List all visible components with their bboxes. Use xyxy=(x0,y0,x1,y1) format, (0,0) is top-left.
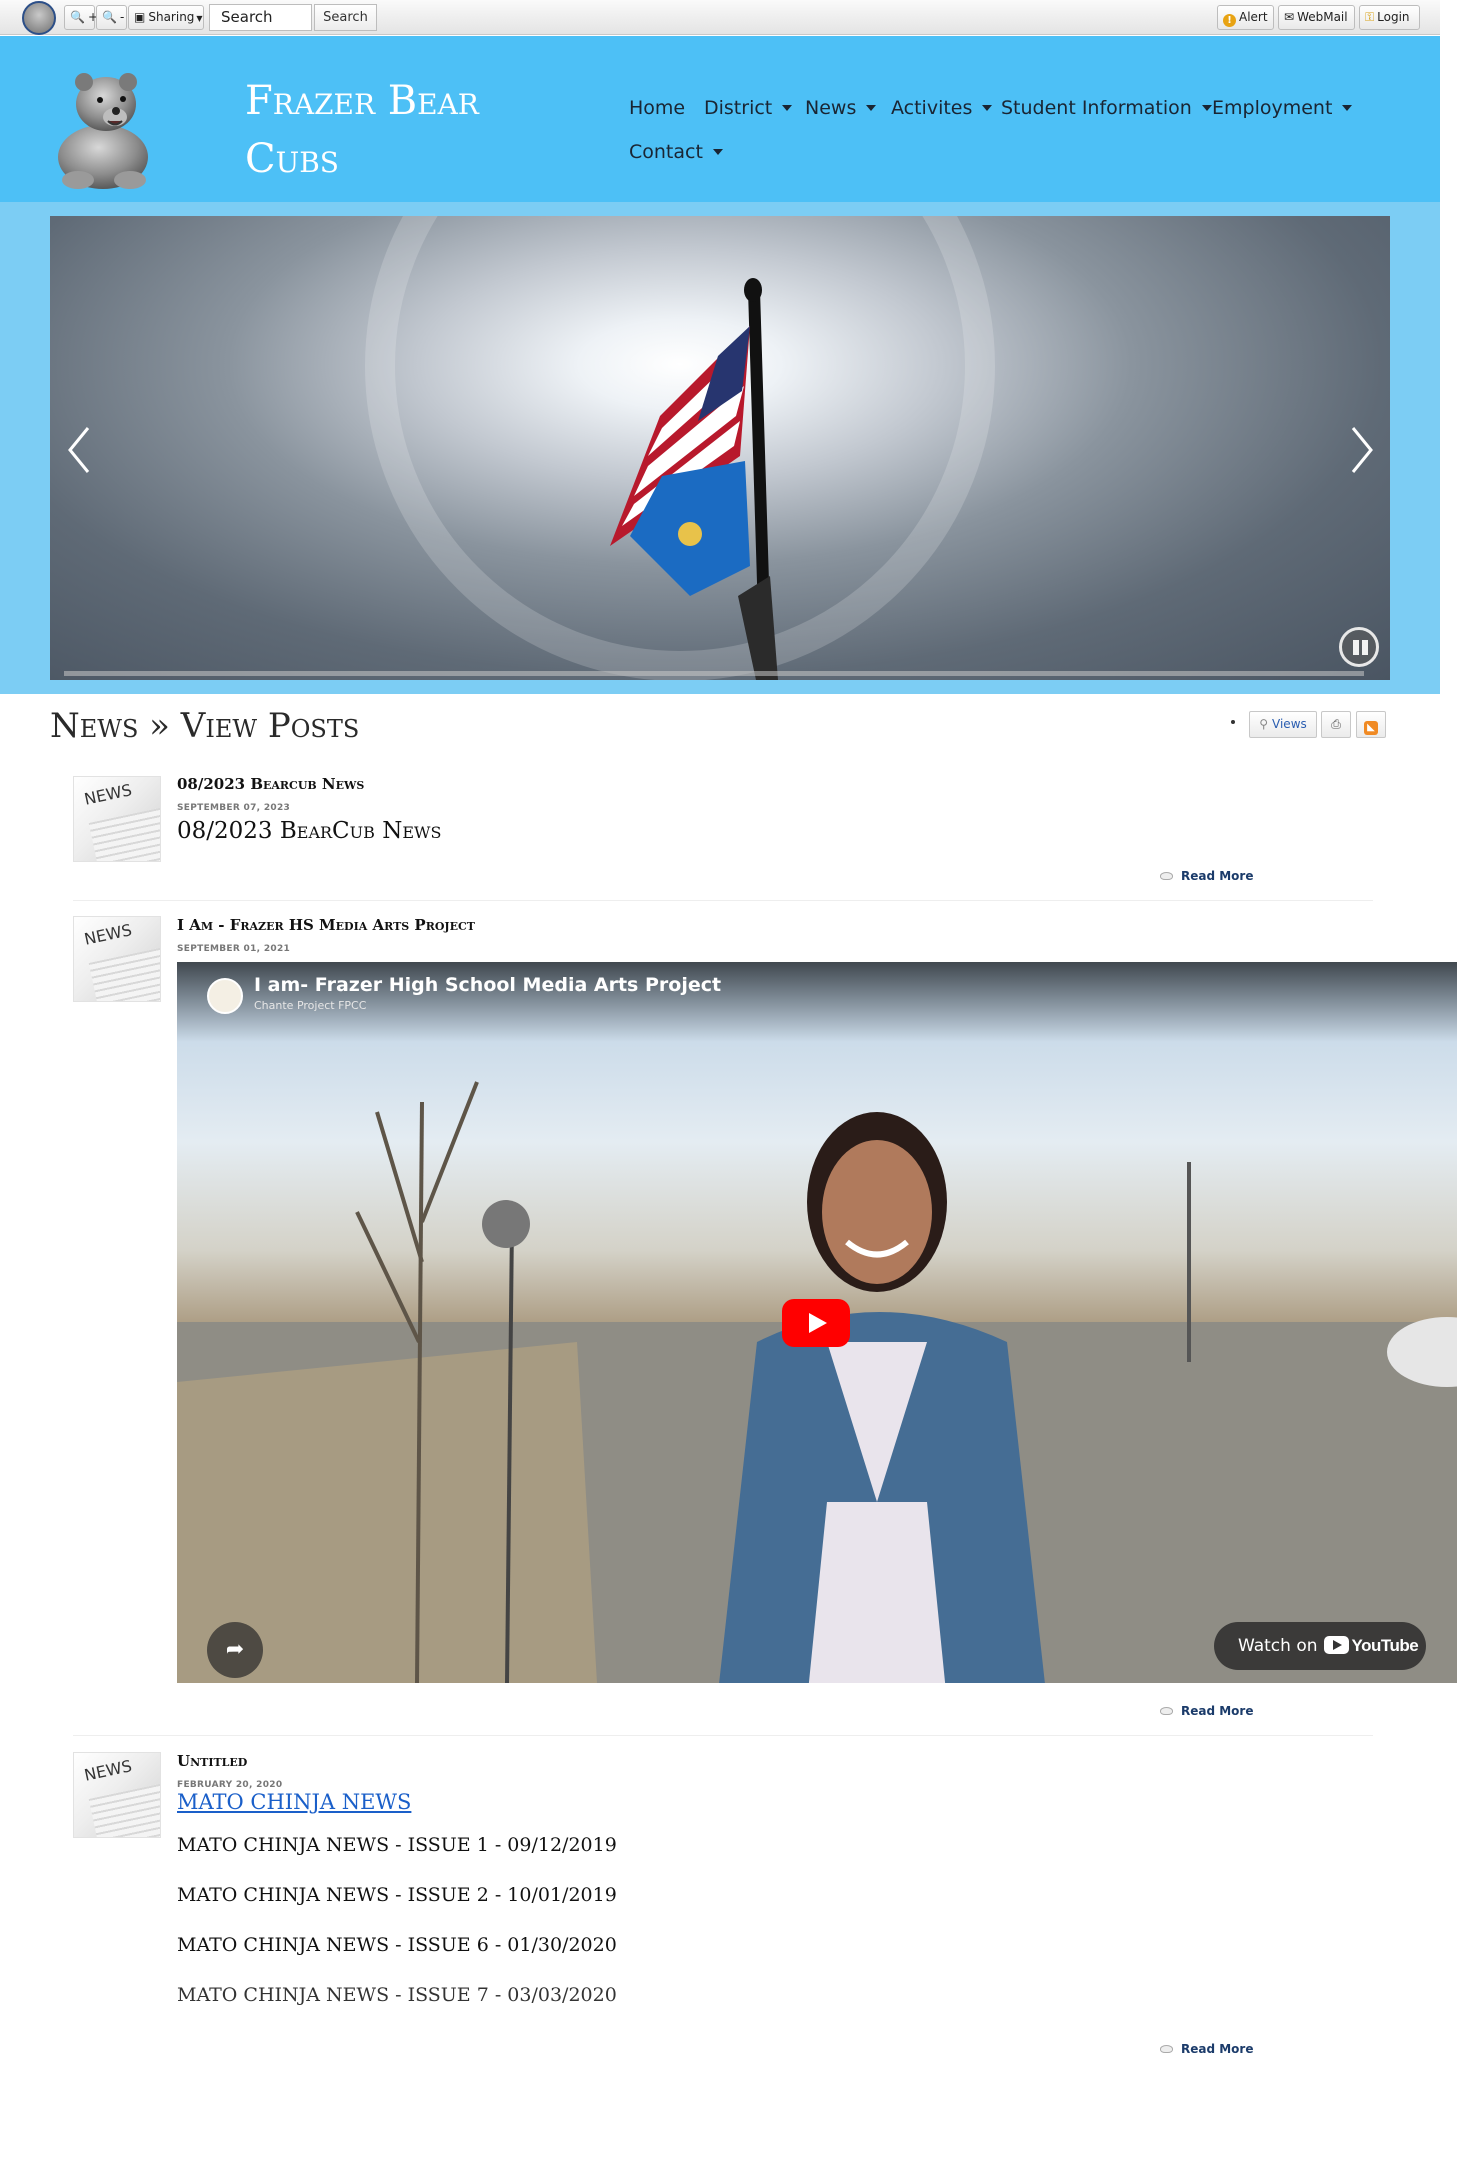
caret-down-icon xyxy=(1201,105,1212,111)
issue-item: MATO CHINJA NEWS - ISSUE 2 - 10/01/2019 xyxy=(177,1884,617,1906)
read-more-link[interactable]: Read More xyxy=(1160,2042,1254,2056)
share-icon[interactable]: ➦ xyxy=(207,1622,263,1678)
zoom-in-icon: 🔍 xyxy=(70,10,85,24)
comment-icon xyxy=(1160,2045,1173,2053)
news-thumbnail: NEWS xyxy=(73,916,161,1002)
nav-employment[interactable]: Employment xyxy=(1212,88,1353,128)
print-icon: ⎙ xyxy=(1331,717,1341,731)
post-title[interactable]: 08/2023 Bearcub News xyxy=(177,775,364,793)
post-title[interactable]: Untitled xyxy=(177,1752,247,1770)
nav-student-information[interactable]: Student Information xyxy=(1001,88,1212,128)
youtube-logo-icon xyxy=(1323,1636,1349,1654)
nav-contact[interactable]: Contact xyxy=(629,132,723,172)
caret-down-icon xyxy=(712,149,723,155)
comment-icon xyxy=(1160,872,1173,880)
alert-button[interactable]: ! Alert xyxy=(1217,5,1274,30)
comment-icon xyxy=(1160,1707,1173,1715)
nav-news[interactable]: News xyxy=(805,88,877,128)
read-more-link[interactable]: Read More xyxy=(1160,1704,1254,1718)
post-date: FEBRUARY 20, 2020 xyxy=(177,1780,283,1790)
views-button[interactable]: ⚲ Views xyxy=(1249,711,1317,738)
alert-icon: ! xyxy=(1223,14,1236,27)
caret-down-icon xyxy=(782,105,793,111)
site-title-line2: Cubs xyxy=(245,136,339,182)
news-thumbnail: NEWS xyxy=(73,1752,161,1838)
watch-on-youtube-button[interactable]: Watch on YouTube xyxy=(1214,1622,1426,1670)
nav-home[interactable]: Home xyxy=(629,88,685,128)
zoom-in-button[interactable]: 🔍 + xyxy=(64,5,98,30)
site-title[interactable]: Frazer Bear Cubs xyxy=(245,72,545,188)
mato-chinja-news-link[interactable]: MATO CHINJA NEWS xyxy=(177,1790,411,1814)
site-title-line1: Frazer Bear xyxy=(245,78,479,124)
play-icon[interactable] xyxy=(782,1299,850,1347)
bullet xyxy=(1231,720,1235,724)
video-title[interactable]: I am- Frazer High School Media Arts Proj… xyxy=(254,974,721,996)
zoom-out-icon: 🔍 xyxy=(102,10,117,24)
print-button[interactable]: ⎙ xyxy=(1321,711,1351,738)
login-button[interactable]: ⚿ Login xyxy=(1359,5,1420,30)
flag-photo xyxy=(365,216,995,680)
post-date: SEPTEMBER 01, 2021 xyxy=(177,944,291,954)
channel-avatar[interactable] xyxy=(207,978,243,1014)
pause-icon[interactable] xyxy=(1339,627,1379,667)
caret-down-icon xyxy=(866,105,877,111)
nav-activites[interactable]: Activites xyxy=(891,88,993,128)
mail-icon: ✉ xyxy=(1284,10,1295,24)
search-input[interactable]: Search xyxy=(209,4,312,31)
rss-icon: ◣ xyxy=(1364,721,1378,735)
person-figure xyxy=(719,1112,1045,1683)
views-icon: ⚲ xyxy=(1259,717,1269,731)
rss-button[interactable]: ◣ xyxy=(1356,711,1386,738)
sharing-button[interactable]: ▣ Sharing ▼ xyxy=(128,5,204,30)
youtube-video-embed[interactable]: I am- Frazer High School Media Arts Proj… xyxy=(177,962,1457,1683)
caret-down-icon xyxy=(982,105,993,111)
news-thumbnail: NEWS xyxy=(73,776,161,862)
post-title[interactable]: I Am - Frazer HS Media Arts Project xyxy=(177,916,475,934)
issue-item: MATO CHINJA NEWS - ISSUE 6 - 01/30/2020 xyxy=(177,1934,617,1956)
site-logo-icon[interactable] xyxy=(22,1,56,35)
search-button[interactable]: Search xyxy=(314,4,377,31)
post-divider xyxy=(73,1735,1373,1736)
share-icon: ▣ xyxy=(134,10,146,24)
page-title: News » View Posts xyxy=(50,706,360,746)
slide-progress-bar xyxy=(64,671,1364,676)
post-heading: 08/2023 BearCub News xyxy=(177,818,442,844)
caret-down-icon xyxy=(1342,105,1353,111)
post-divider xyxy=(73,900,1373,901)
video-channel[interactable]: Chante Project FPCC xyxy=(254,999,366,1012)
bear-logo-icon[interactable] xyxy=(48,62,154,192)
webmail-button[interactable]: ✉ WebMail xyxy=(1278,5,1355,30)
chevron-left-icon[interactable] xyxy=(64,420,94,480)
dropdown-icon: ▼ xyxy=(196,14,203,23)
key-icon: ⚿ xyxy=(1365,10,1375,24)
admin-toolbar: 🔍 + 🔍 - ▣ Sharing ▼ Search Search ! Alert ✉ We… xyxy=(0,0,1440,35)
read-more-link[interactable]: Read More xyxy=(1160,869,1254,883)
issue-item: MATO CHINJA NEWS - ISSUE 1 - 09/12/2019 xyxy=(177,1834,617,1856)
nav-district[interactable]: District xyxy=(704,88,793,128)
chevron-right-icon[interactable] xyxy=(1347,420,1377,480)
issue-item: MATO CHINJA NEWS - ISSUE 7 - 03/03/2020 xyxy=(177,1984,617,2006)
slideshow-image xyxy=(50,216,1390,680)
zoom-out-button[interactable]: 🔍 - xyxy=(96,5,127,30)
post-date: SEPTEMBER 07, 2023 xyxy=(177,803,291,813)
